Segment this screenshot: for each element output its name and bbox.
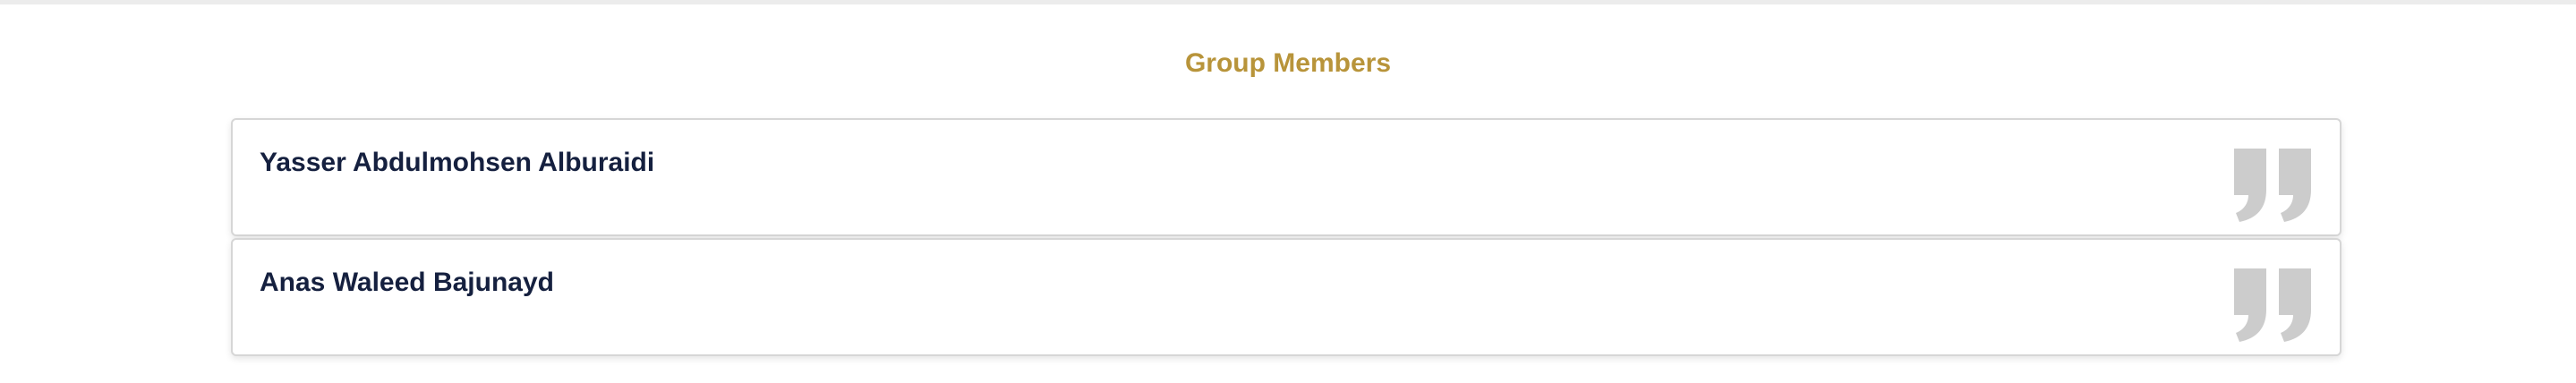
member-card: Yasser Abdulmohsen Alburaidi <box>231 118 2341 236</box>
member-name: Anas Waleed Bajunayd <box>260 268 554 297</box>
member-name: Yasser Abdulmohsen Alburaidi <box>260 148 655 177</box>
group-members-section: Group Members Yasser Abdulmohsen Alburai… <box>0 4 2576 383</box>
members-list: Yasser Abdulmohsen Alburaidi Anas Waleed… <box>231 118 2341 358</box>
member-card: Anas Waleed Bajunayd <box>231 238 2341 356</box>
quote-icon <box>2231 149 2315 222</box>
quote-icon <box>2231 268 2315 342</box>
section-title: Group Members <box>1184 48 1392 78</box>
